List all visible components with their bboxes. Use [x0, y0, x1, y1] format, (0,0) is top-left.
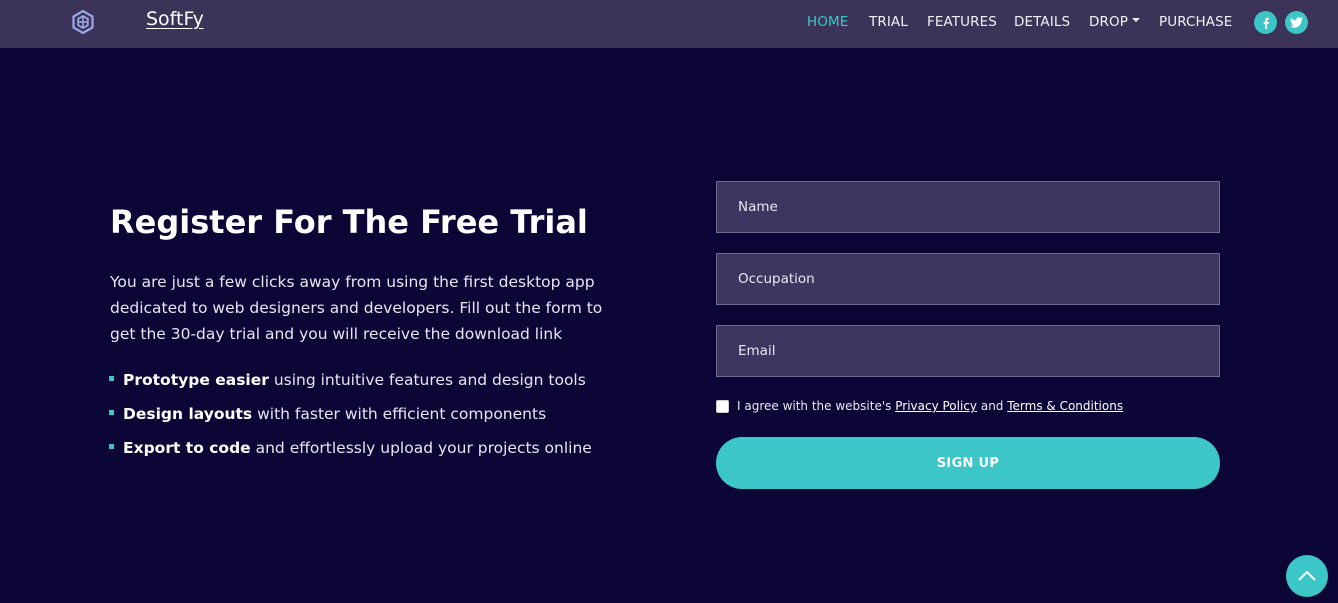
- privacy-policy-link[interactable]: Privacy Policy: [895, 399, 977, 413]
- list-item: Export to code and effortlessly upload y…: [109, 435, 669, 469]
- page-title: Register For The Free Trial: [110, 203, 588, 241]
- list-item-bold: Prototype easier: [123, 371, 269, 389]
- chevron-up-icon: [1298, 570, 1316, 581]
- nav-trial[interactable]: TRIAL: [869, 14, 908, 30]
- email-field[interactable]: [716, 325, 1220, 377]
- terms-checkbox[interactable]: [716, 399, 729, 413]
- twitter-icon[interactable]: [1285, 11, 1308, 34]
- facebook-icon[interactable]: [1254, 11, 1277, 34]
- list-item-text: with faster with efficient components: [252, 405, 547, 423]
- nav-drop[interactable]: DROP: [1089, 14, 1140, 30]
- sign-up-button[interactable]: SIGN UP: [716, 437, 1220, 489]
- bullet-square-icon: [109, 410, 114, 415]
- nav-purchase[interactable]: PURCHASE: [1159, 14, 1232, 30]
- hexagon-logo-icon[interactable]: [71, 9, 95, 35]
- and-text: and: [980, 399, 1004, 413]
- terms-conditions-link[interactable]: Terms & Conditions: [1007, 399, 1123, 413]
- occupation-field[interactable]: [716, 253, 1220, 305]
- nav-features[interactable]: FEATURES: [927, 14, 997, 30]
- name-field[interactable]: [716, 181, 1220, 233]
- terms-agreement: I agree with the website's Privacy Polic…: [716, 399, 1123, 413]
- nav-drop-label: DROP: [1089, 14, 1128, 30]
- scroll-to-top-button[interactable]: [1286, 555, 1328, 597]
- feature-list: Prototype easier using intuitive feature…: [109, 367, 669, 469]
- list-item-bold: Design layouts: [123, 405, 253, 423]
- list-item: Prototype easier using intuitive feature…: [109, 367, 669, 401]
- navbar: SoftFy HOME TRIAL FEATURES DETAILS DROP …: [0, 0, 1338, 48]
- nav-home[interactable]: HOME: [807, 14, 848, 30]
- list-item-bold: Export to code: [123, 439, 251, 457]
- list-item-text: using intuitive features and design tool…: [268, 371, 586, 389]
- bullet-square-icon: [109, 444, 114, 449]
- brand-name[interactable]: SoftFy: [146, 8, 204, 30]
- agree-text: I agree with the website's: [737, 399, 892, 413]
- bullet-square-icon: [109, 376, 114, 381]
- intro-text: You are just a few clicks away from usin…: [110, 273, 603, 343]
- list-item: Design layouts with faster with efficien…: [109, 401, 669, 435]
- list-item-text: and effortlessly upload your projects on…: [250, 439, 592, 457]
- caret-down-icon: [1131, 18, 1140, 22]
- nav-details[interactable]: DETAILS: [1014, 14, 1070, 30]
